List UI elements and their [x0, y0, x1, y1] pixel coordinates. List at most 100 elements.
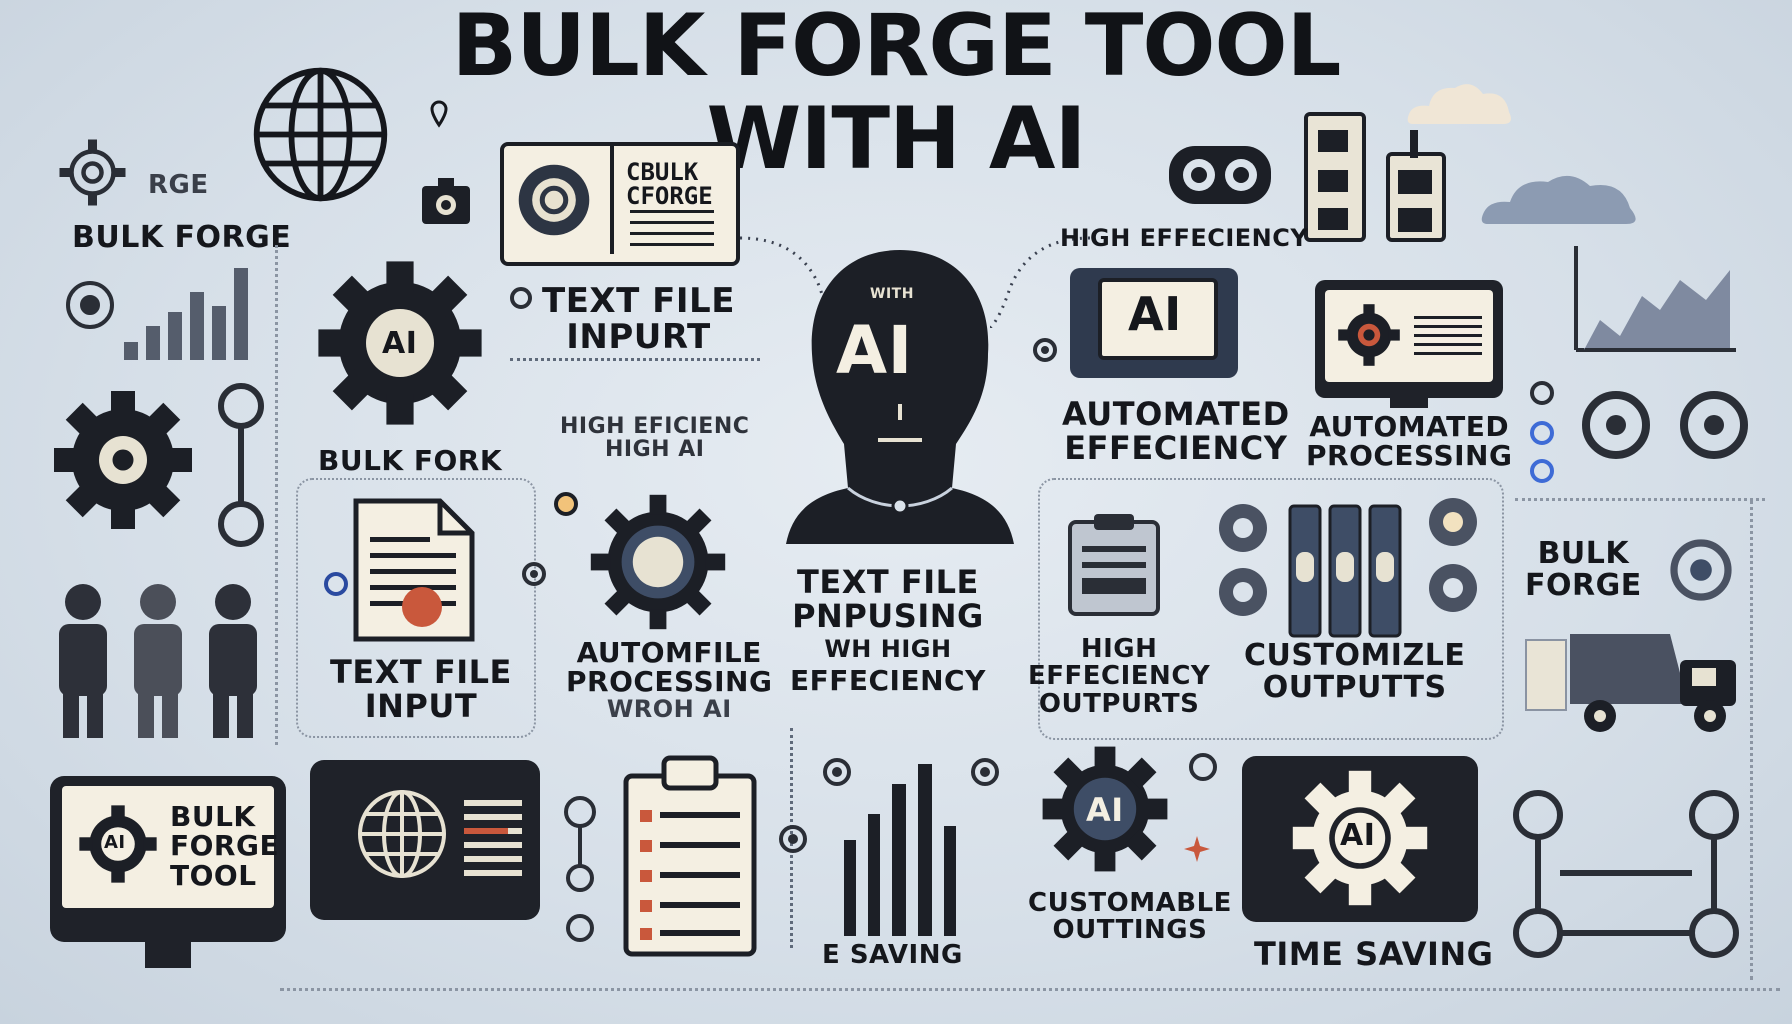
gear-icon — [48, 385, 198, 535]
time-saving-label: TIME SAVING — [1254, 935, 1494, 973]
gear-cluster-icon — [1210, 498, 1276, 622]
high-effeciency-outputs: HIGH EFFECIENCY OUTPURTS — [1028, 634, 1211, 719]
gear-monitor-lines — [1414, 316, 1482, 356]
dotted-divider — [280, 988, 1780, 991]
time-saving-gear-label: AI — [1340, 818, 1376, 853]
text-file-input-left-line-1: TEXT FILE — [330, 653, 512, 691]
dotted-divider — [275, 245, 278, 745]
truck-icon — [1520, 620, 1750, 740]
high-efficiency-top-label: HIGH EFFECIENCY — [1060, 224, 1309, 252]
bulk-forge-right-line-2: FORGE — [1525, 567, 1642, 603]
text-file-pnpusing: TEXT FILE PNPUSING WH HIGH EFFECIENCY — [790, 563, 986, 698]
dotted-divider — [1515, 498, 1765, 501]
gear-icon — [1656, 525, 1746, 615]
processing-gear-icon — [588, 492, 728, 632]
customizle-outputs-line-2: OUTPUTTS — [1262, 669, 1447, 705]
link-chain-icon — [1165, 140, 1275, 210]
bulk-fork-label: BULK FORK — [318, 444, 503, 477]
pin-icon — [430, 100, 448, 128]
text-file-input-left: TEXT FILE INPUT — [330, 653, 512, 725]
monitor-stand — [145, 942, 191, 968]
doc-card-lines — [630, 210, 714, 246]
high-effeciency-outputs-line-3: OUTPURTS — [1038, 688, 1200, 719]
dashboard-accent-bar — [464, 828, 508, 834]
text-file-pnpusing-line-1: TEXT FILE — [797, 563, 979, 601]
node-orange-icon — [552, 490, 580, 518]
text-file-pnpusing-line-4: EFFECIENCY — [790, 664, 986, 698]
text-file-input-left-line-2: INPUT — [364, 686, 478, 725]
monitor-bulk-forge-tool-line-3: TOOL — [170, 858, 257, 892]
head-with-label: WITH — [870, 286, 914, 302]
text-file-pnpusing-line-3: WH HIGH — [824, 635, 952, 664]
e-saving-label: E SAVING — [822, 940, 963, 970]
high-eficienc-line-1: HIGH EFICIENC — [560, 414, 750, 439]
node-icon — [508, 285, 534, 311]
ai-gear-badge-icon — [512, 158, 596, 242]
automated-processing: AUTOMATED PROCESSING — [1306, 412, 1512, 471]
customable-outtings: CUSTOMABLE OUTTINGS — [1028, 888, 1232, 946]
link-connector-icon — [210, 380, 272, 550]
cloud-icon — [1478, 168, 1643, 226]
automated-effeciency-line-1: AUTOMATED — [1062, 395, 1290, 433]
status-nodes-icon — [560, 760, 600, 950]
server-columns-icon — [1286, 502, 1404, 640]
checklist-icon — [620, 752, 760, 960]
gear-cluster-icon — [1420, 490, 1486, 620]
bar-chart-icon — [120, 262, 270, 362]
customizle-outputs-line-1: CUSTOMIZLE — [1244, 638, 1466, 673]
automfile-line-1: AUTOMFILE — [576, 636, 762, 669]
head-ai-label: AI — [836, 312, 913, 389]
people-group-icon — [45, 580, 275, 740]
gear-icon — [55, 135, 130, 210]
dotted-connector — [510, 358, 760, 361]
document-icon — [350, 495, 478, 645]
node-icon — [1186, 750, 1220, 784]
globe-icon — [248, 62, 393, 207]
target-icon — [60, 275, 120, 335]
link-node-icon — [322, 570, 350, 598]
twin-gears-icon — [1570, 380, 1760, 470]
high-eficienc-line-2: HIGH AI — [604, 437, 705, 463]
automated-processing-line-1: AUTOMATED — [1309, 410, 1510, 443]
clipboard-icon — [1064, 510, 1164, 620]
high-eficienc-label: HIGH EFICIENC HIGH AI — [560, 415, 749, 461]
monitor-bulk-forge-tool: BULK FORGE TOOL — [170, 800, 280, 892]
sparkle-icon — [1184, 836, 1210, 862]
dotted-divider — [1750, 500, 1753, 980]
gear-monitor-stand — [1390, 398, 1428, 408]
text-file-input-top-line-1: TEXT FILE — [542, 281, 735, 321]
monitor-bulk-forge-tool-line-2: FORGE — [170, 829, 280, 863]
server-rack-icon — [1300, 110, 1450, 245]
doc-divider — [610, 146, 614, 254]
dashboard-bars — [464, 800, 522, 880]
high-effeciency-outputs-line-2: EFFECIENCY — [1028, 661, 1211, 692]
bulk-forge-top-label: BULK FORGE — [72, 220, 292, 255]
text-file-pnpusing-line-2: PNPUSING — [792, 596, 984, 635]
area-chart-icon — [1560, 240, 1740, 355]
customable-outtings-line-2: OUTTINGS — [1052, 915, 1208, 946]
node-icon — [776, 822, 810, 856]
monitor-bulk-forge-tool-line-1: BULK — [170, 800, 256, 833]
node-icon — [520, 560, 548, 588]
automfile-processing: AUTOMFILE PROCESSING WROH AI — [566, 638, 772, 722]
gear-ai-left-label: AI — [382, 326, 418, 361]
globe-icon — [352, 784, 452, 884]
wrench-frame-icon — [1508, 785, 1744, 960]
high-effeciency-outputs-line-1: HIGH — [1080, 634, 1158, 664]
gear-icon — [1334, 300, 1404, 370]
rge-label: RGE — [148, 170, 209, 200]
bulk-forge-right: BULK FORGE — [1525, 538, 1642, 601]
automated-processing-line-2: PROCESSING — [1306, 439, 1513, 473]
text-file-input-top-line-2: INPURT — [566, 316, 711, 357]
monitor-ai-label: AI — [1128, 287, 1182, 341]
camera-icon — [420, 178, 472, 226]
customizle-outputs: CUSTOMIZLE OUTPUTTS — [1244, 640, 1465, 703]
monitor-badge-ai: AI — [104, 832, 126, 853]
doc-card-line-2: CFORGE — [626, 182, 713, 210]
automfile-line-3: WROH AI — [606, 694, 732, 723]
node-icon — [1030, 335, 1060, 365]
bulk-forge-right-line-1: BULK — [1537, 536, 1630, 571]
bar-chart-icon — [838, 760, 974, 938]
customable-outtings-line-1: CUSTOMABLE — [1028, 888, 1232, 918]
status-dots-icon — [1525, 375, 1559, 487]
